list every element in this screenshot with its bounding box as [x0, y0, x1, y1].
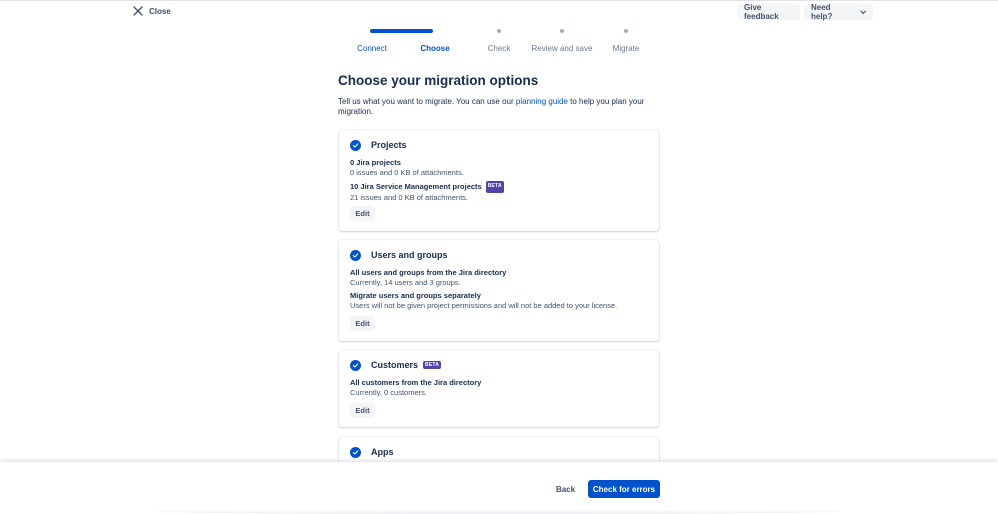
close-icon [133, 6, 143, 16]
customers-title: Customers BETA [371, 360, 442, 370]
planning-guide-link[interactable]: planning guide [516, 97, 568, 106]
users-groups-title: Users and groups [371, 250, 448, 260]
projects-item-jsm-title-row: 10 Jira Service Management projects BETA [350, 181, 504, 193]
need-help-button[interactable]: Need help? [804, 3, 873, 21]
customers-item-directory-title: All customers from the Jira directory [350, 378, 482, 387]
page-title: Choose your migration options [338, 73, 539, 88]
step-migrate: Migrate [586, 29, 666, 55]
customers-edit-button[interactable]: Edit [350, 403, 375, 418]
customers-item-directory-desc: Currently, 0 customers. [350, 387, 427, 397]
close-button[interactable]: Close [133, 6, 171, 16]
step-check-dot [497, 29, 501, 33]
users-groups-card: Users and groups All users and groups fr… [339, 240, 659, 341]
projects-item-jira: 0 Jira projects 0 issues and 0 KB of att… [350, 158, 464, 177]
check-circle-icon [350, 140, 361, 151]
users-groups-title-text: Users and groups [371, 250, 448, 260]
check-for-errors-button[interactable]: Check for errors [588, 480, 660, 498]
step-choose-bar [377, 29, 433, 33]
projects-title: Projects [371, 140, 407, 150]
check-circle-icon [350, 250, 361, 261]
back-button[interactable]: Back [550, 480, 581, 498]
projects-item-jsm: 10 Jira Service Management projects BETA … [350, 181, 504, 202]
chevron-down-icon [859, 10, 866, 14]
customers-title-text: Customers [371, 360, 419, 370]
step-review-dot [560, 29, 564, 33]
users-edit-button[interactable]: Edit [350, 316, 375, 331]
projects-item-jsm-title: 10 Jira Service Management projects [350, 182, 482, 191]
projects-item-jira-title: 0 Jira projects [350, 158, 401, 167]
projects-item-jsm-desc: 21 issues and 0 KB of attachments. [350, 192, 468, 202]
close-label: Close [149, 6, 171, 16]
intro-text: Tell us what you want to migrate. You ca… [338, 97, 658, 117]
step-migrate-dot [624, 29, 628, 33]
customers-card: Customers BETA All customers from the Jir… [339, 350, 659, 427]
projects-edit-button[interactable]: Edit [350, 206, 375, 221]
users-item-directory-title: All users and groups from the Jira direc… [350, 268, 507, 277]
users-item-separately: Migrate users and groups separately User… [350, 291, 617, 310]
footer-bar: Back Check for errors [0, 462, 998, 514]
projects-title-text: Projects [371, 140, 407, 150]
beta-badge: BETA [485, 181, 504, 193]
users-item-separately-desc: Users will not be given project permissi… [350, 300, 618, 310]
users-item-directory-desc: Currently, 14 users and 3 groups. [350, 277, 461, 287]
give-feedback-button[interactable]: Give feedback [737, 3, 800, 21]
customers-item-directory: All customers from the Jira directory Cu… [350, 378, 481, 397]
need-help-label: Need help? [811, 3, 833, 21]
window-top-border [0, 0, 998, 1]
projects-card: Projects 0 Jira projects 0 issues and 0 … [339, 130, 659, 231]
apps-title: Apps [371, 447, 394, 457]
check-circle-icon [350, 447, 361, 458]
apps-title-text: Apps [371, 447, 394, 457]
projects-item-jira-desc: 0 issues and 0 KB of attachments. [350, 167, 464, 177]
beta-badge: BETA [423, 361, 442, 369]
intro-text-start: Tell us what you want to migrate. You ca… [338, 97, 516, 106]
step-migrate-label: Migrate [612, 44, 640, 53]
users-item-separately-title: Migrate users and groups separately [350, 291, 481, 300]
check-circle-icon [350, 360, 361, 371]
footer-shadow [155, 509, 840, 514]
progress-tracker: Connect Choose Check Review and save Mig… [340, 29, 660, 55]
users-item-directory: All users and groups from the Jira direc… [350, 268, 506, 287]
